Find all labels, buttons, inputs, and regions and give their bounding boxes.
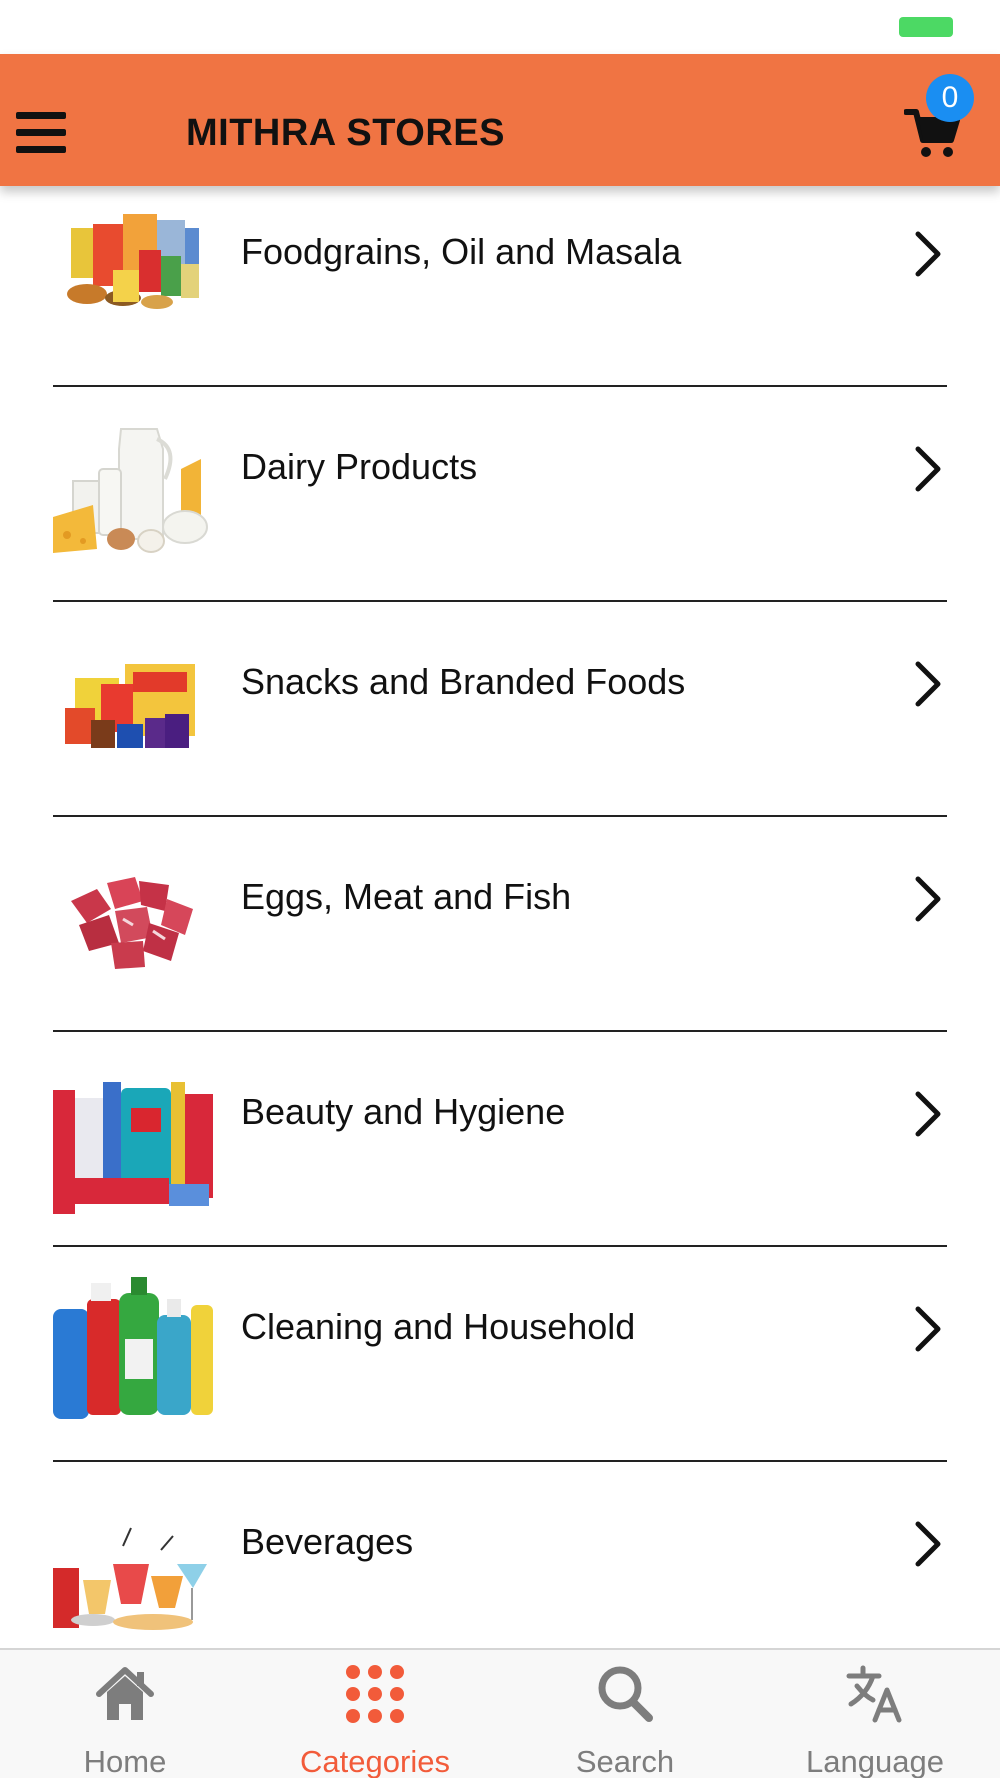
category-label: Cleaning and Household xyxy=(241,1306,636,1347)
dots-grid-icon xyxy=(346,1665,404,1723)
category-item-snacks[interactable]: Snacks and Branded Foods xyxy=(0,602,1000,817)
app-title: MITHRA STORES xyxy=(186,112,505,154)
chevron-right-icon xyxy=(915,1521,941,1567)
tab-label: Language xyxy=(806,1744,944,1778)
dairy-products-thumbnail xyxy=(53,409,213,569)
tab-label: Categories xyxy=(300,1744,450,1778)
battery-icon xyxy=(899,17,953,37)
category-item-cleaning[interactable]: Cleaning and Household xyxy=(0,1247,1000,1462)
chevron-right-icon xyxy=(915,231,941,277)
chevron-right-icon xyxy=(915,1091,941,1137)
category-label: Dairy Products xyxy=(241,446,478,487)
tab-home[interactable]: Home xyxy=(0,1650,250,1778)
cart-count-badge: 0 xyxy=(926,74,974,122)
chevron-right-icon xyxy=(915,1306,941,1352)
category-item-dairy[interactable]: Dairy Products xyxy=(0,387,1000,602)
eggs-meat-fish-thumbnail xyxy=(53,839,213,999)
chevron-right-icon xyxy=(915,661,941,707)
category-item-meat[interactable]: Eggs, Meat and Fish xyxy=(0,817,1000,1032)
chevron-right-icon xyxy=(915,446,941,492)
tab-search[interactable]: Search xyxy=(500,1650,750,1778)
tab-categories[interactable]: Categories xyxy=(250,1650,500,1778)
tab-label: Search xyxy=(575,1744,675,1778)
tab-label: Home xyxy=(83,1744,167,1778)
category-label: Foodgrains, Oil and Masala xyxy=(241,231,682,272)
home-icon xyxy=(96,1667,154,1720)
category-label: Beauty and Hygiene xyxy=(241,1091,566,1132)
translate-icon xyxy=(846,1665,902,1723)
foodgrains-oil-masala-thumbnail xyxy=(53,186,213,346)
category-item-beauty[interactable]: Beauty and Hygiene xyxy=(0,1032,1000,1247)
category-item-beverages[interactable]: Beverages xyxy=(0,1462,1000,1648)
chevron-right-icon xyxy=(915,876,941,922)
category-list: Foodgrains, Oil and Masala Dairy Product… xyxy=(0,186,1000,1648)
cleaning-household-thumbnail xyxy=(53,1269,213,1429)
category-label: Eggs, Meat and Fish xyxy=(241,876,572,917)
category-label: Snacks and Branded Foods xyxy=(241,661,686,702)
search-icon xyxy=(598,1666,653,1722)
beauty-hygiene-thumbnail xyxy=(53,1054,213,1214)
category-item-foodgrains[interactable]: Foodgrains, Oil and Masala xyxy=(0,186,1000,387)
beverages-thumbnail xyxy=(53,1484,213,1644)
status-bar xyxy=(0,0,1000,54)
tab-language[interactable]: Language xyxy=(750,1650,1000,1778)
snacks-branded-foods-thumbnail xyxy=(53,624,213,784)
hamburger-menu-icon[interactable] xyxy=(16,112,66,154)
category-label: Beverages xyxy=(241,1521,414,1562)
bottom-tab-bar: Home Categories Search Language xyxy=(0,1648,1000,1778)
